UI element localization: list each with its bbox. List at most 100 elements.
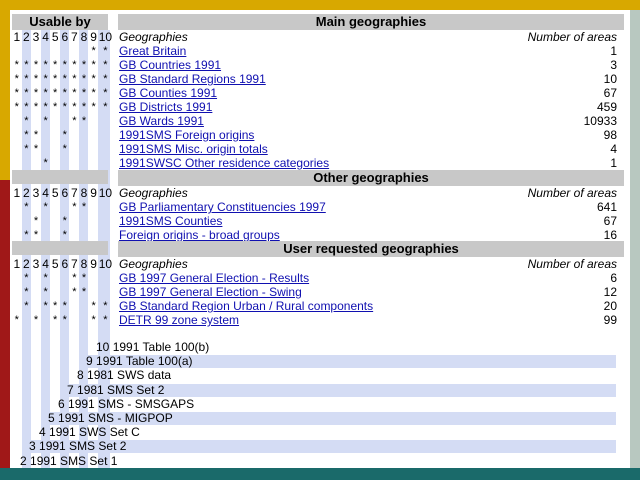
section-header: Other geographies xyxy=(118,170,624,186)
usable-mark: * xyxy=(62,143,67,155)
list-header-row: Geographies Number of areas xyxy=(119,30,617,44)
usable-mark: * xyxy=(43,300,48,312)
dataset-label: 1991 SMS - SMSGAPS xyxy=(68,396,195,411)
column-number: 5 xyxy=(51,30,59,44)
usable-mark: * xyxy=(24,229,29,241)
geography-link[interactable]: 1991SMS Foreign origins xyxy=(119,128,254,142)
geography-link[interactable]: 1991SMS Counties xyxy=(119,214,222,228)
geography-link[interactable]: GB Districts 1991 xyxy=(119,100,212,114)
table-row: GB 1997 General Election - Swing 12 xyxy=(119,285,617,299)
column-number: 9 xyxy=(90,30,97,44)
area-count: 641 xyxy=(596,200,617,214)
geography-link[interactable]: 1991SWSC Other residence categories xyxy=(119,156,329,170)
column-number: 5 xyxy=(51,186,59,200)
table-row: GB Standard Regions 1991 10 xyxy=(119,72,617,86)
usable-mark: * xyxy=(14,87,19,99)
background-bottom-band xyxy=(0,468,640,480)
usable-mark: * xyxy=(72,115,77,127)
column-number: 3 xyxy=(32,186,40,200)
usable-mark: * xyxy=(72,201,77,213)
geography-link[interactable]: Great Britain xyxy=(119,44,186,58)
area-count: 67 xyxy=(603,214,617,228)
usable-mark: * xyxy=(24,73,29,85)
dataset-legend-item: 7 1981 SMS Set 2 xyxy=(67,382,616,397)
usable-mark: * xyxy=(103,73,108,85)
usable-mark: * xyxy=(62,229,67,241)
table-row: GB Districts 1991 459 xyxy=(119,100,617,114)
usable-mark: * xyxy=(91,314,96,326)
table-row: 1991SMS Foreign origins 98 xyxy=(119,128,617,142)
dataset-label: 1991 SWS Set C xyxy=(49,425,140,440)
column-number: 7 xyxy=(71,186,78,200)
geography-link[interactable]: DETR 99 zone system xyxy=(119,313,239,327)
area-count: 1 xyxy=(610,44,617,58)
table-row: Foreign origins - broad groups 16 xyxy=(119,228,617,242)
background-left-band xyxy=(0,0,10,480)
usable-mark: * xyxy=(81,286,87,298)
dataset-legend-item: 6 1991 SMS - SMSGAPS xyxy=(58,396,616,411)
area-count: 16 xyxy=(603,228,617,242)
usable-mark: * xyxy=(72,59,77,71)
geography-link[interactable]: GB Standard Region Urban / Rural compone… xyxy=(119,299,373,313)
table-row: 1991SMS Counties 67 xyxy=(119,214,617,228)
dataset-number: 7 xyxy=(67,382,74,397)
usable-mark: * xyxy=(103,87,108,99)
column-number: 2 xyxy=(23,186,30,200)
table-row: 1991SMS Misc. origin totals 4 xyxy=(119,142,617,156)
usable-mark: * xyxy=(91,59,96,71)
dataset-label: 1991 SMS - MIGPOP xyxy=(58,411,173,425)
usable-mark: * xyxy=(103,101,108,113)
dataset-legend-item: 5 1991 SMS - MIGPOP xyxy=(48,412,616,425)
usable-mark: * xyxy=(43,87,48,99)
usable-by-header-spacer xyxy=(12,241,108,255)
column-number: 7 xyxy=(71,30,78,44)
geography-link[interactable]: GB 1997 General Election - Results xyxy=(119,271,309,285)
usable-mark: * xyxy=(24,272,29,284)
usable-by-header-spacer xyxy=(12,170,108,184)
column-number: 4 xyxy=(42,30,49,44)
geography-link[interactable]: GB Parliamentary Constituencies 1997 xyxy=(119,200,326,214)
usable-mark: * xyxy=(103,59,108,71)
geography-link[interactable]: Foreign origins - broad groups xyxy=(119,228,280,242)
geography-link[interactable]: GB 1997 General Election - Swing xyxy=(119,285,302,299)
usable-mark: * xyxy=(43,272,48,284)
area-count: 67 xyxy=(603,86,617,100)
column-number: 4 xyxy=(42,257,49,271)
dataset-label: 1981 SWS data xyxy=(87,368,172,383)
list-header-row: Geographies Number of areas xyxy=(119,257,617,271)
usable-mark: * xyxy=(33,314,39,326)
column-number: 9 xyxy=(90,257,97,271)
usable-mark: * xyxy=(91,87,96,99)
background-top-band xyxy=(0,0,640,10)
geography-link[interactable]: GB Countries 1991 xyxy=(119,58,221,72)
column-number: 9 xyxy=(90,186,97,200)
usable-mark: * xyxy=(53,59,58,71)
usable-mark: * xyxy=(62,59,67,71)
geography-link[interactable]: GB Standard Regions 1991 xyxy=(119,72,266,86)
area-count: 12 xyxy=(603,285,617,299)
table-row: DETR 99 zone system 99 xyxy=(119,313,617,327)
area-count: 459 xyxy=(596,100,617,114)
usable-mark: * xyxy=(33,87,39,99)
column-number: 10 xyxy=(98,30,113,44)
usable-mark: * xyxy=(14,73,19,85)
usable-mark: * xyxy=(33,73,39,85)
usable-mark: * xyxy=(24,201,29,213)
usable-mark: * xyxy=(24,87,29,99)
usable-mark: * xyxy=(53,73,58,85)
dataset-legend-item: 3 1991 SMS Set 2 xyxy=(29,439,616,454)
dataset-number: 3 xyxy=(29,439,36,454)
column-number: 1 xyxy=(13,186,21,200)
usable-mark: * xyxy=(91,73,96,85)
table-row: GB Wards 1991 10933 xyxy=(119,114,617,128)
geography-list: Geographies Number of areas GB 1997 Genera… xyxy=(119,257,617,327)
usable-mark: * xyxy=(81,87,87,99)
usable-mark: * xyxy=(81,272,87,284)
geography-link[interactable]: 1991SMS Misc. origin totals xyxy=(119,142,268,156)
usable-mark: * xyxy=(24,286,29,298)
usable-mark: * xyxy=(33,143,39,155)
geography-link[interactable]: GB Counties 1991 xyxy=(119,86,217,100)
geography-link[interactable]: GB Wards 1991 xyxy=(119,114,204,128)
column-number: 3 xyxy=(32,30,40,44)
usable-mark: * xyxy=(72,286,77,298)
